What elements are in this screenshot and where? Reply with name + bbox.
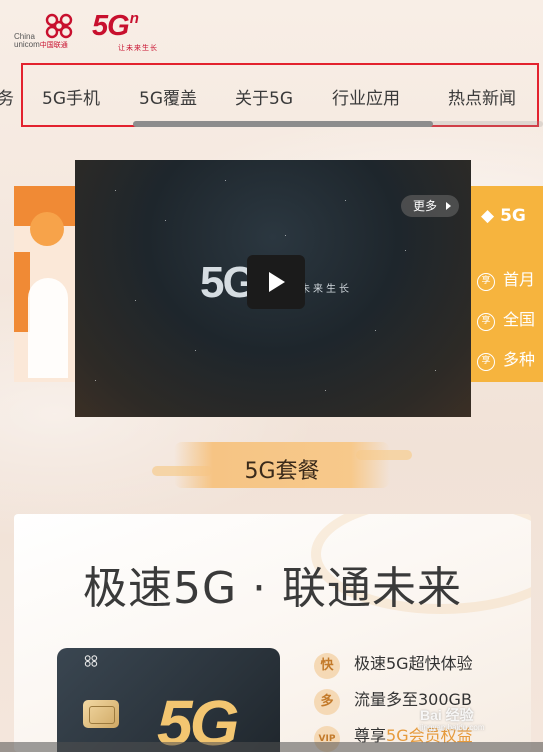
- video-player[interactable]: 5G 让未来生长 更多: [75, 160, 471, 417]
- more-button[interactable]: 更多: [401, 195, 459, 217]
- card-right-title: ◆ 5G: [481, 206, 526, 226]
- chevron-right-icon: [446, 202, 451, 210]
- baidu-watermark: Bai 经验 jingyan.baidu.com: [420, 705, 484, 732]
- bottom-bar: [0, 742, 543, 752]
- carousel-card-right[interactable]: ◆ 5G 享首月 享全国 享多种: [471, 186, 543, 382]
- card-left-shape: [28, 278, 68, 378]
- logo-5gn: 5Gn: [92, 10, 139, 43]
- logo-text-unicom: unicom: [14, 40, 40, 49]
- card-right-feature: 享全国: [477, 306, 535, 331]
- enjoy-badge-icon: 享: [477, 273, 495, 291]
- star: [115, 190, 116, 191]
- unicom-knot-icon: [84, 655, 98, 667]
- card-right-feature-text: 多种: [503, 350, 536, 369]
- card-right-feature-text: 全国: [503, 310, 536, 329]
- nav-highlight-frame: [21, 63, 539, 127]
- star: [165, 220, 166, 221]
- package-headline: 极速5G · 联通未来: [82, 563, 463, 614]
- card-right-feature: 享首月: [477, 266, 535, 291]
- sim-card-image: 5G: [57, 648, 280, 752]
- nav-scroll-thumb[interactable]: [133, 121, 433, 127]
- package-feature: 快极速5G超快体验: [314, 650, 473, 679]
- card-right-feature: 享多种: [477, 346, 535, 371]
- star: [345, 200, 346, 201]
- star: [195, 350, 196, 351]
- diamond-icon: ◆: [481, 206, 495, 226]
- enjoy-badge-icon: 享: [477, 313, 495, 331]
- watermark-sub: jingyan.baidu.com: [420, 723, 485, 732]
- star: [95, 380, 96, 381]
- carousel-card-left[interactable]: [14, 186, 76, 382]
- unicom-wordmark: China unicom中国联通: [14, 33, 68, 50]
- star: [325, 390, 326, 391]
- more-data-icon: 多: [314, 689, 340, 715]
- logo-slogan: 让未来生长: [118, 44, 158, 52]
- sim-chip-icon: [83, 700, 119, 728]
- star: [285, 235, 286, 236]
- nav-item-partial[interactable]: 务: [0, 84, 14, 109]
- card-left-circle: [30, 212, 64, 246]
- star: [135, 300, 136, 301]
- fast-icon: 快: [314, 653, 340, 679]
- star: [375, 330, 376, 331]
- package-section-title: 5G套餐: [152, 440, 412, 492]
- card-right-title-text: 5G: [500, 206, 526, 226]
- package-feature-text: 极速5G超快体验: [354, 654, 473, 673]
- card-right-feature-text: 首月: [503, 270, 536, 289]
- enjoy-badge-icon: 享: [477, 353, 495, 371]
- watermark-text: Bai 经验: [420, 707, 474, 723]
- more-button-label: 更多: [413, 199, 438, 213]
- star: [225, 180, 226, 181]
- package-title-label: 5G套餐: [244, 459, 320, 484]
- logo-text-cn: 中国联通: [39, 42, 68, 49]
- header: China unicom中国联通 5Gn 让未来生长: [0, 0, 543, 60]
- logo-sup-text: n: [129, 10, 139, 27]
- play-icon[interactable]: [247, 255, 305, 309]
- star: [405, 250, 406, 251]
- star: [435, 370, 436, 371]
- logo-5g-text: 5G: [92, 10, 130, 42]
